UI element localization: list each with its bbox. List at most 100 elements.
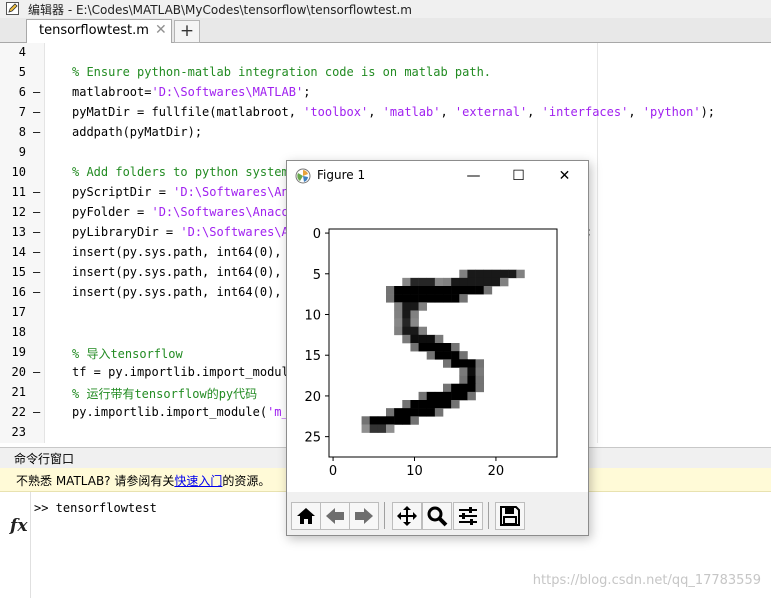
heatmap-cell [410, 400, 419, 409]
executable-line-marker[interactable]: – [33, 365, 40, 379]
code-text: pyMatDir = fullfile(matlabroot, 'toolbox… [72, 105, 715, 119]
heatmap-cell [451, 400, 460, 409]
heatmap-cell [418, 286, 428, 295]
code-token: , [368, 105, 383, 119]
tab-close-icon[interactable]: ✕ [155, 22, 167, 38]
figure-close-button[interactable]: ✕ [542, 161, 587, 191]
heatmap-cell [402, 408, 411, 417]
heatmap-cell [475, 277, 485, 287]
heatmap-cell [402, 277, 411, 287]
line-number: 10 [11, 165, 26, 179]
heatmap-cell [459, 391, 468, 401]
toolbar-separator [488, 502, 489, 529]
heatmap-cell [410, 416, 419, 425]
heatmap-cell [459, 359, 468, 368]
line-number: 9 [18, 145, 26, 159]
code-line[interactable]: 7– pyMatDir = fullfile(matlabroot, 'toolb… [0, 103, 771, 123]
code-text: insert(py.sys.path, int64(0), p [72, 265, 296, 279]
executable-line-marker[interactable]: – [33, 105, 40, 119]
pan-button[interactable] [392, 502, 422, 530]
line-number: 6 [18, 85, 26, 99]
getting-started-link[interactable]: 快速入门 [174, 474, 222, 488]
configure-icon [459, 507, 477, 525]
heatmap-cell [394, 294, 403, 303]
heatmap-cell [475, 286, 485, 295]
heatmap-cell [434, 286, 444, 295]
back-button[interactable] [320, 502, 350, 530]
configure-subplots-button[interactable] [453, 502, 483, 530]
executable-line-marker[interactable]: – [33, 185, 40, 199]
y-tick-label: 5 [313, 268, 321, 283]
maximize-button[interactable]: ☐ [496, 161, 541, 191]
add-tab-button[interactable]: + [174, 20, 200, 43]
heatmap-cell [451, 359, 460, 368]
executable-line-marker[interactable]: – [33, 265, 40, 279]
executable-line-marker[interactable]: – [33, 245, 40, 259]
x-tick-label: 20 [488, 464, 505, 479]
executable-line-marker[interactable]: – [33, 285, 40, 299]
heatmap-cell [410, 286, 419, 295]
executable-line-marker[interactable]: – [33, 85, 40, 99]
heatmap-cell [394, 310, 403, 319]
matplotlib-logo-icon [295, 168, 311, 184]
code-text: pyFolder = 'D:\Softwares\Anacor [72, 205, 296, 219]
heatmap-cell [459, 351, 468, 360]
heatmap-cell [394, 408, 403, 417]
heatmap-cell [426, 400, 436, 409]
tab-tensorflowtest[interactable]: tensorflowtest.m ✕ [26, 19, 172, 43]
heatmap-cell [451, 383, 460, 393]
save-button[interactable] [495, 502, 525, 530]
executable-line-marker[interactable]: – [33, 405, 40, 419]
save-icon [500, 506, 520, 526]
executable-line-marker[interactable]: – [33, 205, 40, 219]
minimize-button[interactable]: — [451, 161, 496, 191]
figure-title-bar[interactable]: Figure 1 — ☐ ✕ [287, 161, 588, 191]
forward-button[interactable] [349, 502, 379, 530]
code-line[interactable]: 8– addpath(pyMatDir); [0, 123, 771, 143]
fx-icon[interactable]: fx [10, 516, 27, 536]
mnist-digit-plot[interactable]: 0 10 20 0 5 10 15 20 25 [287, 191, 588, 491]
line-number: 18 [11, 325, 26, 339]
code-line[interactable]: 5 % Ensure python-matlab integration code… [0, 63, 771, 83]
heatmap-cell [434, 391, 444, 401]
heatmap-cell [483, 269, 493, 279]
x-tick-label: 0 [329, 464, 337, 479]
heatmap-cell [467, 383, 476, 393]
heatmap-cell [451, 286, 460, 295]
line-number: 8 [18, 125, 26, 139]
code-line[interactable]: 6– matlabroot='D:\Softwares\MATLAB'; [0, 83, 771, 103]
executable-line-marker[interactable]: – [33, 225, 40, 239]
code-text: addpath(pyMatDir); [72, 125, 202, 139]
code-token: pyLibraryDir = [72, 225, 181, 239]
code-token: pyScriptDir = [72, 185, 174, 199]
heatmap-cell [410, 343, 419, 352]
heatmap-cell [386, 424, 395, 433]
heatmap-cell [402, 294, 411, 303]
heatmap-cell [434, 343, 444, 352]
heatmap-cell [394, 326, 403, 336]
figure-window[interactable]: Figure 1 — ☐ ✕ 0 10 20 0 5 10 15 20 25 [286, 160, 589, 536]
code-token: py.importlib.import_module( [72, 405, 268, 419]
code-string: 'toolbox' [303, 105, 369, 119]
x-tick-label: 10 [406, 464, 423, 479]
heatmap-cell [402, 334, 411, 344]
heatmap-cell [361, 416, 371, 425]
figure-title: Figure 1 [317, 168, 366, 182]
heatmap-cell [402, 416, 411, 425]
executable-line-marker[interactable]: – [33, 125, 40, 139]
code-token: pyMatDir = fullfile(matlabroot, [72, 105, 304, 119]
heatmap-cell [475, 269, 485, 279]
home-button[interactable] [291, 502, 321, 530]
code-line[interactable]: 4 [0, 43, 771, 63]
heatmap-cell [426, 334, 436, 344]
heatmap-cell [451, 277, 460, 287]
y-tick-label: 15 [304, 349, 321, 364]
code-token: insert(py.sys.path, int64(0), p [72, 265, 296, 279]
heatmap-cell [451, 294, 460, 303]
heatmap-cell [443, 391, 452, 401]
code-text: % 导入tensorflow [72, 345, 183, 362]
heatmap-cell [434, 277, 444, 287]
heatmap-cell [402, 286, 411, 295]
zoom-button[interactable] [422, 502, 452, 530]
heatmap-cell [386, 286, 395, 295]
